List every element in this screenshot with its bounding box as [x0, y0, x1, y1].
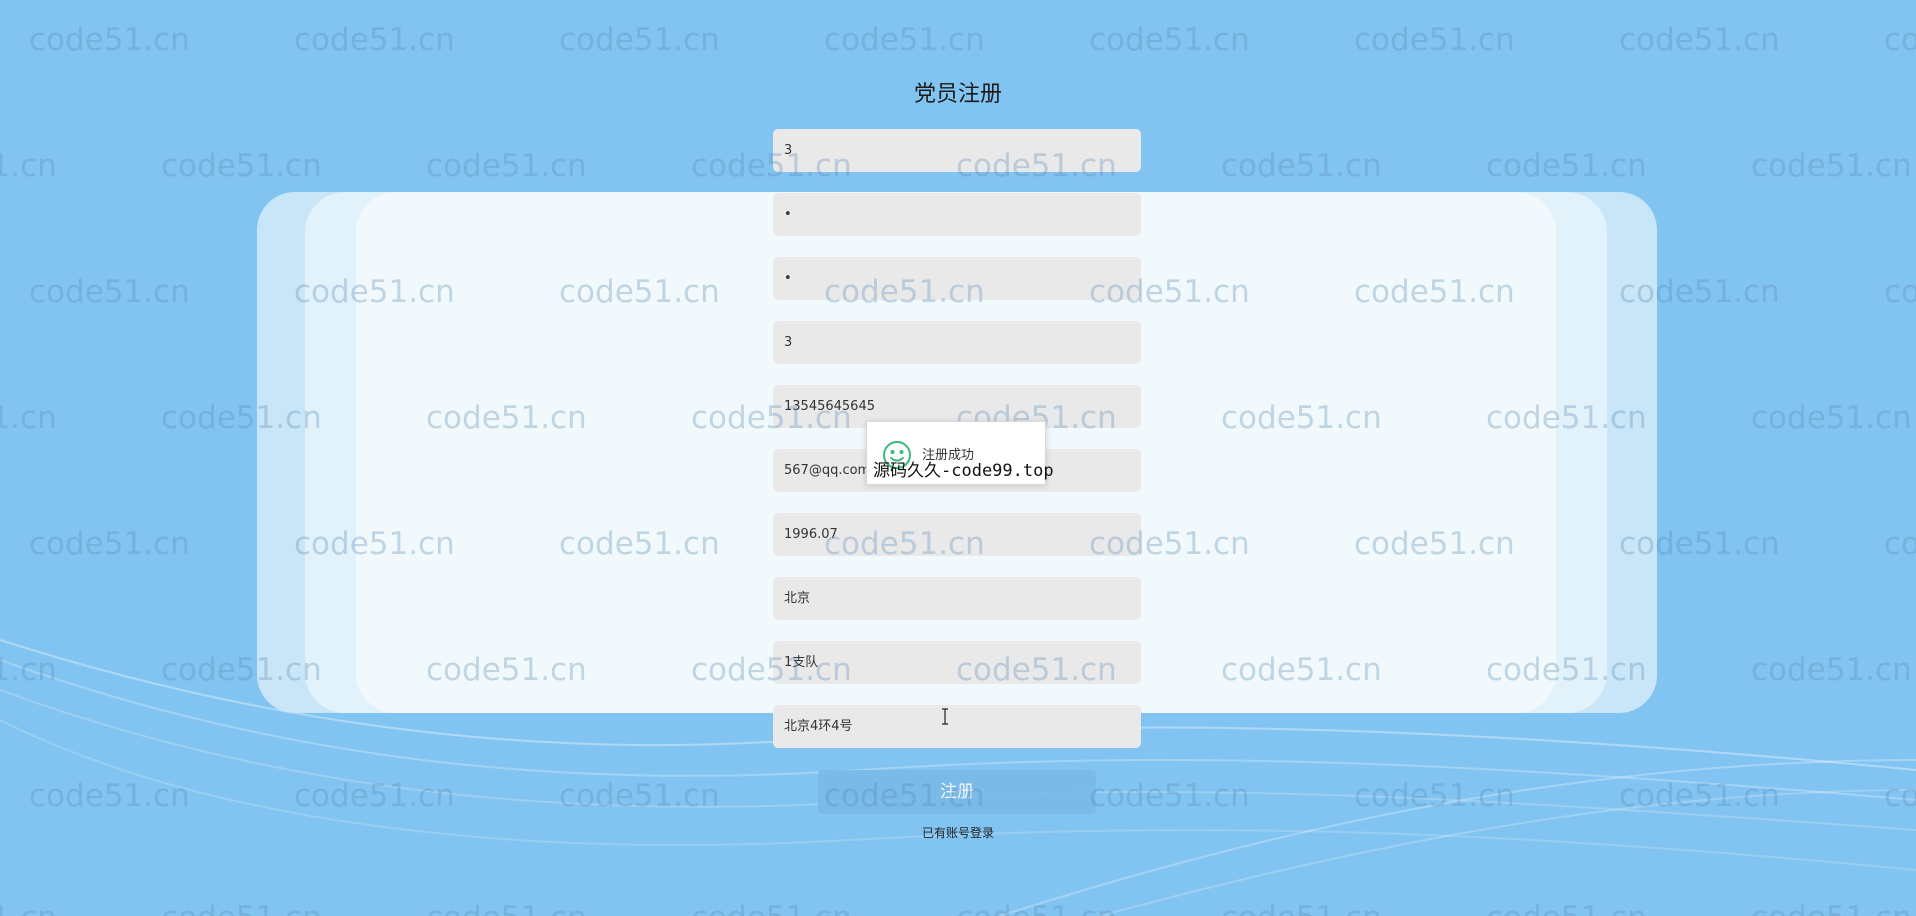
join-date-input[interactable]	[773, 513, 1141, 556]
watermark-row: code51.cncode51.cncode51.cncode51.cncode…	[0, 900, 1916, 916]
page-title: 党员注册	[913, 82, 1002, 107]
overlay-watermark: 源码久久-code99.top	[873, 461, 1054, 481]
account-input[interactable]	[773, 129, 1141, 172]
watermark-row: code51.cncode51.cncode51.cncode51.cncode…	[29, 22, 1916, 58]
login-link[interactable]: 已有账号登录	[0, 824, 1916, 841]
region-input[interactable]	[773, 577, 1141, 620]
register-button[interactable]: 注册	[818, 770, 1096, 814]
confirm-password-input[interactable]	[773, 257, 1141, 300]
text-cursor-icon	[942, 708, 948, 725]
password-input[interactable]	[773, 193, 1141, 236]
branch-input[interactable]	[773, 641, 1141, 684]
address-input[interactable]	[773, 705, 1141, 748]
name-input[interactable]	[773, 321, 1141, 364]
